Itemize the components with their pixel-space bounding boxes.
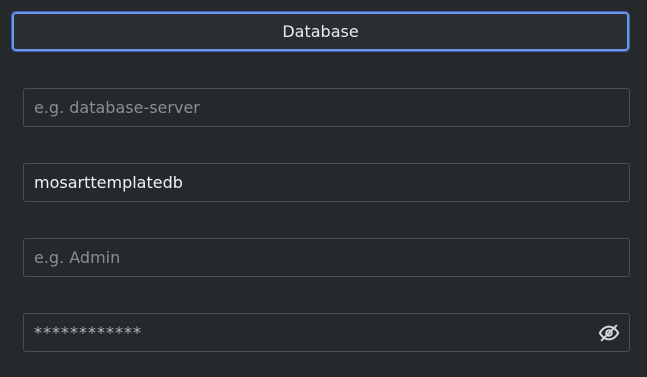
database-section-button[interactable]: Database <box>12 12 629 51</box>
database-name-input[interactable] <box>34 173 619 192</box>
database-server-field[interactable] <box>23 88 630 127</box>
password-field[interactable]: ************ <box>23 313 630 352</box>
database-name-field[interactable] <box>23 163 630 202</box>
eye-slash-icon[interactable] <box>598 322 620 344</box>
username-input[interactable] <box>34 248 619 267</box>
password-input[interactable]: ************ <box>34 323 598 342</box>
database-server-input[interactable] <box>34 98 619 117</box>
username-field[interactable] <box>23 238 630 277</box>
